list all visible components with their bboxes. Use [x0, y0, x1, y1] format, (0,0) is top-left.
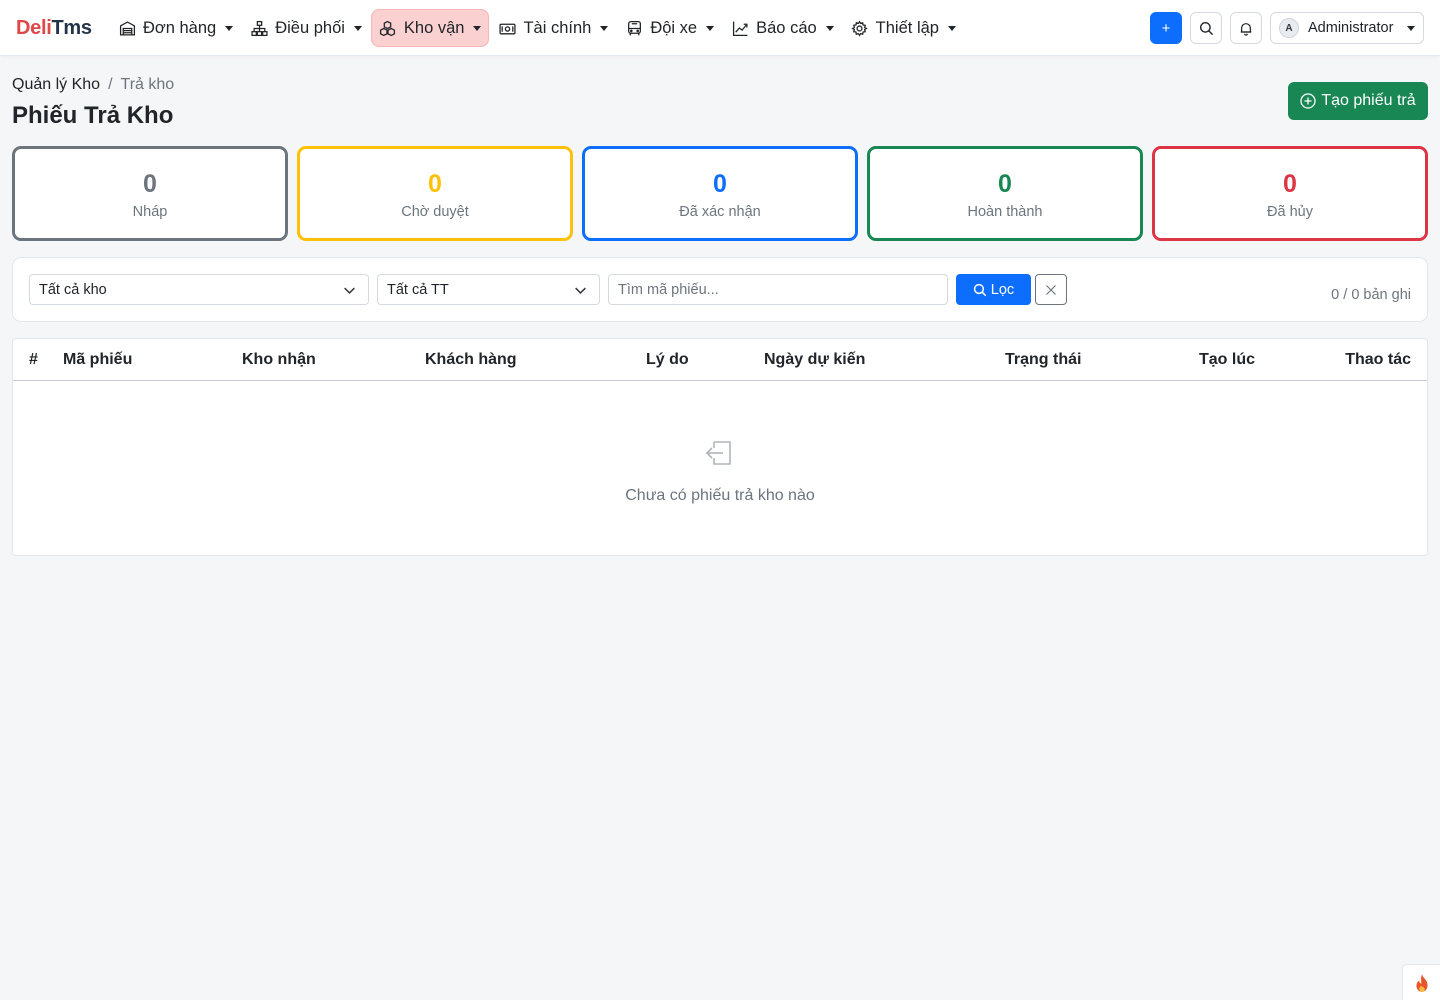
warehouse-select-value: Tất cả kho: [39, 281, 107, 298]
nav-label: Đơn hàng: [143, 18, 217, 37]
returns-table: # Mã phiếu Kho nhận Khách hàng Lý do Ngà…: [12, 338, 1428, 556]
stat-label: Chờ duyệt: [401, 203, 469, 220]
caret-down-icon: [353, 25, 362, 31]
caret-down-icon: [706, 25, 715, 31]
brand-part-tms: Tms: [51, 17, 92, 39]
nav-item-bao-cao[interactable]: Báo cáo: [723, 9, 842, 47]
search-code-input[interactable]: Tìm mã phiếu...: [608, 274, 948, 305]
nav-item-dieu-phoi[interactable]: Điều phối: [242, 9, 370, 47]
stat-label: Đã hủy: [1267, 203, 1313, 220]
stat-card-completed[interactable]: 0 Hoàn thành: [867, 146, 1143, 241]
box-arrow-in-left-icon: [705, 441, 731, 465]
gear-icon: [851, 19, 869, 37]
caret-down-icon: [825, 25, 834, 31]
stat-value: 0: [713, 169, 727, 198]
brand-part-deli: Deli: [16, 17, 52, 39]
plus-icon: +: [1161, 19, 1171, 37]
nav-label: Tài chính: [523, 18, 592, 37]
navbar-actions: + A Administrator: [1150, 12, 1424, 44]
top-navbar: DeliTms Đơn hàng Điều phối Kho vận Tài c…: [0, 0, 1440, 56]
caret-down-icon: [947, 25, 956, 31]
nav-item-don-hang[interactable]: Đơn hàng: [110, 9, 241, 47]
caret-down-icon: [473, 25, 482, 31]
filter-button-label: Lọc: [990, 281, 1015, 298]
stat-value: 0: [998, 169, 1012, 198]
chevron-down-icon: [344, 287, 355, 294]
filter-bar: Tất cả kho Tất cả TT Tìm mã phiếu... Lọc…: [12, 257, 1428, 322]
plus-circle-icon: [1300, 93, 1317, 109]
col-header-index[interactable]: #: [29, 351, 38, 369]
caret-down-icon: [600, 25, 609, 31]
nav-label: Đội xe: [650, 18, 698, 37]
breadcrumb-separator: /: [108, 76, 113, 93]
warehouse-select[interactable]: Tất cả kho: [29, 274, 369, 305]
user-menu-button[interactable]: A Administrator: [1270, 12, 1424, 44]
flame-icon: [1415, 973, 1428, 992]
user-name: Administrator: [1308, 20, 1394, 36]
caret-down-icon: [1407, 25, 1415, 31]
table-header: # Mã phiếu Kho nhận Khách hàng Lý do Ngà…: [13, 339, 1427, 381]
col-header-warehouse[interactable]: Kho nhận: [242, 351, 316, 369]
search-icon: [1199, 21, 1213, 35]
cash-icon: [498, 19, 516, 37]
status-summary: 0 Nháp 0 Chờ duyệt 0 Đã xác nhận 0 Hoàn …: [12, 146, 1428, 241]
nav-item-doi-xe[interactable]: Đội xe: [617, 9, 722, 47]
stat-card-cancelled[interactable]: 0 Đã hủy: [1152, 146, 1428, 241]
create-return-label: Tạo phiếu trả: [1321, 92, 1416, 109]
col-header-reason[interactable]: Lý do: [646, 351, 689, 369]
nav-item-tai-chinh[interactable]: Tài chính: [490, 9, 616, 47]
close-icon: [1046, 284, 1056, 295]
col-header-expected-date[interactable]: Ngày dự kiến: [764, 351, 865, 369]
status-select[interactable]: Tất cả TT: [377, 274, 600, 305]
brand-logo[interactable]: DeliTms: [16, 16, 92, 40]
breadcrumb: Quản lý Kho / Trả kho: [12, 76, 174, 94]
col-header-code[interactable]: Mã phiếu: [63, 351, 132, 369]
nav-label: Kho vận: [403, 18, 465, 37]
col-header-status[interactable]: Trạng thái: [1005, 351, 1081, 369]
warehouse-icon: [118, 19, 136, 37]
breadcrumb-current: Trả kho: [120, 76, 175, 93]
col-header-customer[interactable]: Khách hàng: [425, 351, 517, 369]
breadcrumb-link-warehouse[interactable]: Quản lý Kho: [12, 76, 100, 94]
clear-filter-button[interactable]: [1035, 274, 1067, 305]
status-select-value: Tất cả TT: [387, 281, 449, 298]
quick-add-button[interactable]: +: [1150, 12, 1182, 44]
search-button[interactable]: [1190, 12, 1222, 44]
stat-label: Đã xác nhận: [679, 203, 761, 220]
diagram-icon: [250, 19, 268, 37]
bell-icon: [1240, 22, 1252, 36]
create-return-button[interactable]: Tạo phiếu trả: [1288, 82, 1428, 120]
stat-value: 0: [428, 169, 442, 198]
stat-label: Nháp: [132, 203, 168, 220]
stat-card-pending[interactable]: 0 Chờ duyệt: [297, 146, 573, 241]
filter-button[interactable]: Lọc: [956, 274, 1031, 305]
nav-label: Báo cáo: [756, 18, 817, 37]
search-placeholder: Tìm mã phiếu...: [618, 281, 719, 298]
nav-label: Thiết lập: [875, 18, 939, 37]
chevron-down-icon: [575, 287, 586, 294]
floating-widget[interactable]: [1402, 964, 1440, 1000]
stat-value: 0: [1283, 169, 1297, 198]
nav-item-kho-van[interactable]: Kho vận: [370, 9, 490, 47]
avatar: A: [1279, 18, 1299, 38]
stat-card-draft[interactable]: 0 Nháp: [12, 146, 288, 241]
stat-card-confirmed[interactable]: 0 Đã xác nhận: [582, 146, 858, 241]
caret-down-icon: [225, 25, 234, 31]
col-header-created-at[interactable]: Tạo lúc: [1199, 351, 1255, 369]
stat-value: 0: [143, 169, 157, 198]
nav-label: Điều phối: [275, 18, 345, 37]
col-header-actions: Thao tác: [1345, 351, 1411, 368]
empty-state: Chưa có phiếu trả kho nào: [13, 381, 1427, 557]
page-title: Phiếu Trả Kho: [12, 102, 174, 129]
nav-item-thiet-lap[interactable]: Thiết lập: [843, 9, 964, 47]
stat-label: Hoàn thành: [967, 203, 1043, 220]
search-icon: [973, 283, 987, 296]
bus-icon: [625, 19, 643, 37]
notifications-button[interactable]: [1230, 12, 1262, 44]
empty-state-text: Chưa có phiếu trả kho nào: [625, 487, 815, 504]
main-nav: Đơn hàng Điều phối Kho vận Tài chính Đội…: [110, 9, 965, 47]
chart-line-icon: [731, 19, 749, 37]
record-count: 0 / 0 bản ghi: [1331, 287, 1411, 303]
boxes-icon: [379, 19, 397, 37]
